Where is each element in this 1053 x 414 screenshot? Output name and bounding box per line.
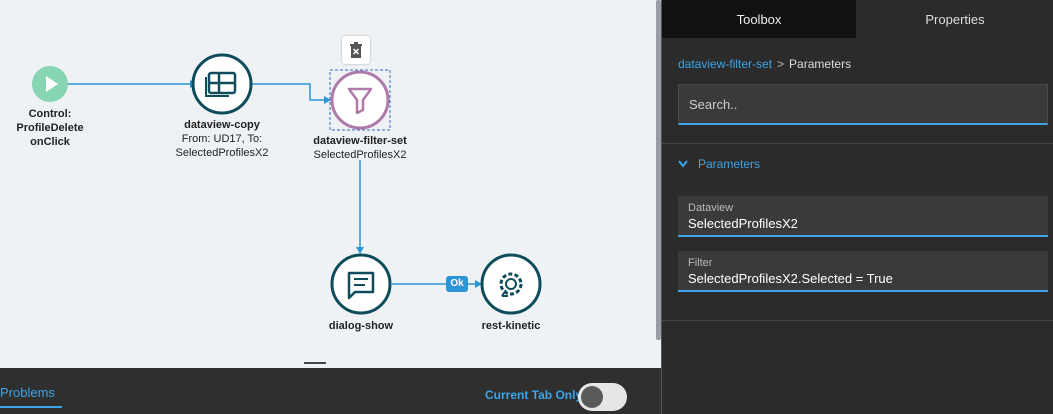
dataview-copy-node[interactable] [191, 53, 253, 115]
start-node[interactable] [32, 66, 68, 102]
parameters-section-header[interactable]: Parameters [678, 157, 760, 171]
section-title: Parameters [698, 157, 761, 171]
search-input[interactable] [679, 85, 1047, 123]
dataview-copy-to: SelectedProfilesX2 [175, 147, 269, 159]
workflow-diagram [32, 53, 542, 315]
dialog-show-title: dialog-show [328, 320, 394, 332]
toggle-knob [581, 386, 603, 408]
current-tab-only-toggle[interactable] [578, 383, 627, 411]
dataview-filter-set-label: dataview-filter-set SelectedProfilesX2 [295, 134, 425, 162]
properties-panel: Toolbox Properties dataview-filter-set > P… [661, 0, 1053, 414]
search-box[interactable] [678, 84, 1048, 125]
edge-ok-label: Ok [450, 278, 464, 289]
rest-kinetic-label: rest-kinetic [461, 319, 561, 333]
filter-field-value[interactable]: SelectedProfilesX2.Selected = True [688, 271, 893, 286]
filter-node-title: dataview-filter-set [313, 135, 407, 147]
dialog-show-node[interactable] [330, 253, 392, 315]
arrowhead [356, 247, 364, 254]
rest-kinetic-node[interactable] [480, 253, 542, 315]
workflow-canvas[interactable]: Ok Control: ProfileDelete onClick datavi… [0, 0, 661, 358]
start-label-line2: ProfileDelete [16, 122, 84, 134]
breadcrumb-separator: > [777, 57, 785, 71]
dataview-field[interactable]: Dataview SelectedProfilesX2 [678, 196, 1048, 237]
filter-node-subtitle: SelectedProfilesX2 [313, 149, 407, 161]
divider [662, 320, 1053, 321]
problems-panel: Problems Current Tab Only [0, 368, 661, 414]
filter-field[interactable]: Filter SelectedProfilesX2.Selected = Tru… [678, 251, 1048, 292]
breadcrumb: dataview-filter-set > Parameters [678, 57, 851, 71]
dataview-filter-set-node[interactable] [329, 69, 391, 131]
rest-kinetic-title: rest-kinetic [481, 320, 541, 332]
dataview-field-value[interactable]: SelectedProfilesX2 [688, 216, 798, 231]
tab-problems[interactable]: Problems [0, 385, 62, 408]
edge-copy-filter [252, 83, 326, 101]
panel-splitter[interactable] [0, 358, 661, 368]
dataview-copy-from: From: UD17, To: [181, 133, 263, 145]
dataview-field-label: Dataview [688, 202, 734, 214]
tab-toolbox[interactable]: Toolbox [662, 0, 856, 38]
start-label-line1: Control: [28, 108, 72, 120]
divider [662, 143, 1053, 144]
delete-node-button[interactable] [342, 36, 370, 64]
tab-properties[interactable]: Properties [856, 0, 1053, 38]
dataview-copy-label: dataview-copy From: UD17, To: SelectedPr… [162, 118, 282, 160]
splitter-handle[interactable] [304, 362, 326, 364]
dialog-show-label: dialog-show [311, 319, 411, 333]
start-node-label: Control: ProfileDelete onClick [6, 107, 94, 149]
start-label-line3: onClick [30, 136, 70, 148]
breadcrumb-current: Parameters [789, 57, 852, 71]
chevron-down-icon [678, 160, 688, 168]
current-tab-only-label: Current Tab Only [485, 388, 583, 402]
trash-icon [350, 42, 362, 58]
breadcrumb-link[interactable]: dataview-filter-set [678, 57, 772, 71]
filter-field-label: Filter [688, 257, 713, 269]
dataview-copy-title: dataview-copy [184, 119, 260, 131]
